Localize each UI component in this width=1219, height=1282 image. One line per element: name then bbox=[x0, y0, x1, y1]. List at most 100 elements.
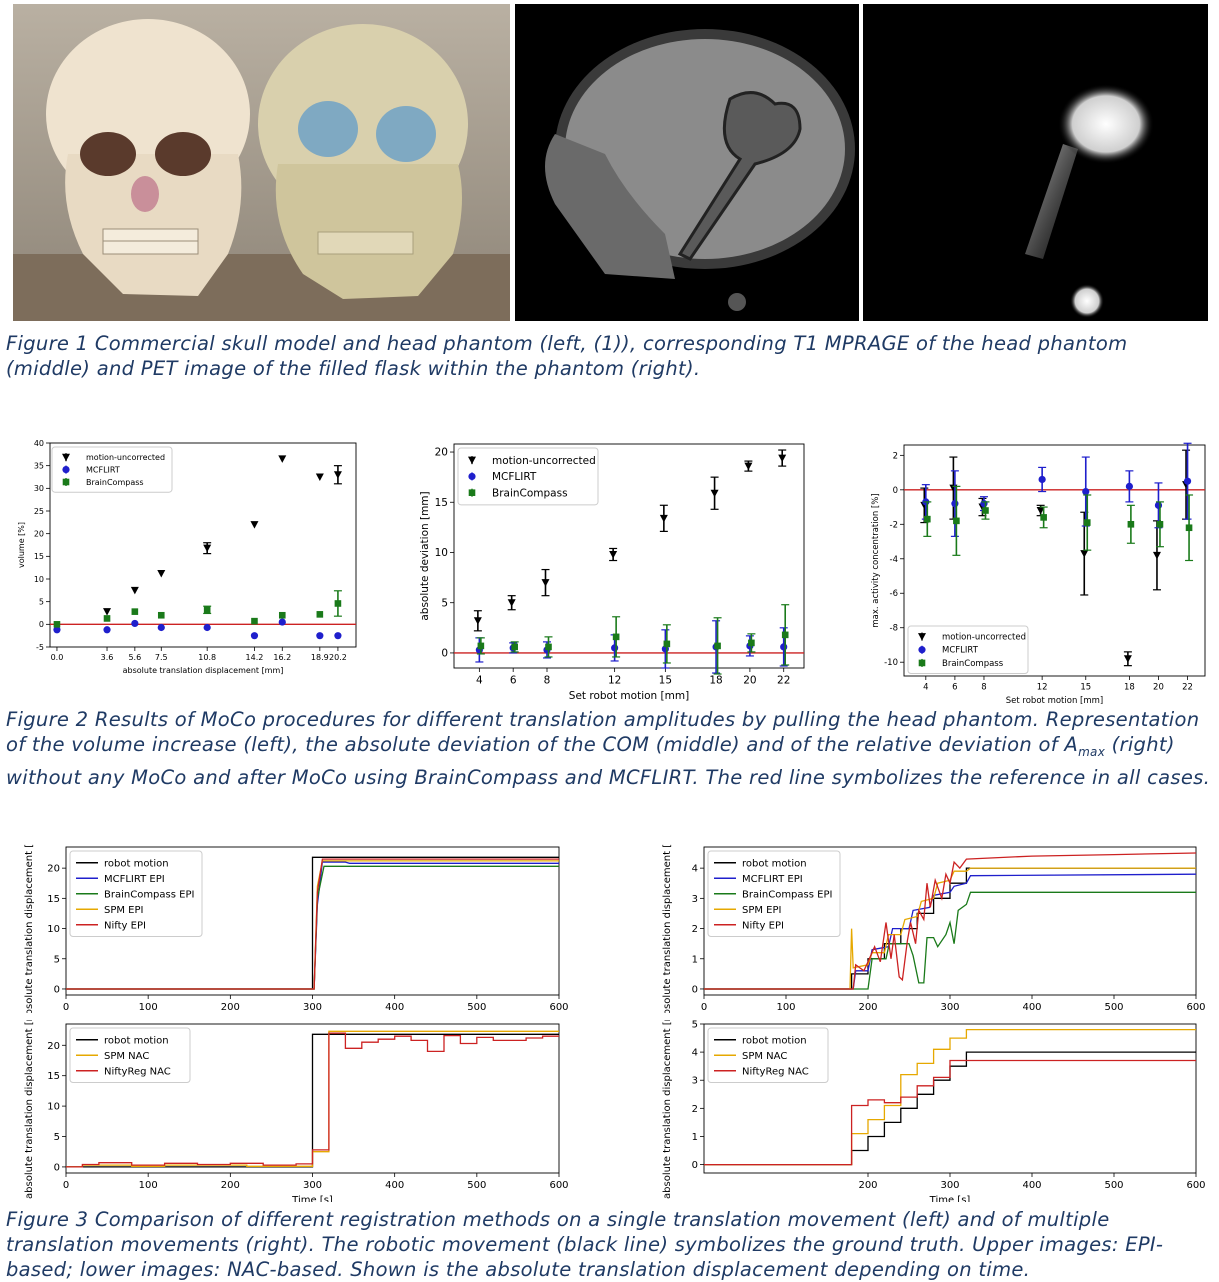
legend-swatch bbox=[62, 478, 70, 486]
y-axis-label: absolute translation displacement [mm] bbox=[662, 1020, 673, 1199]
data-point bbox=[334, 600, 342, 607]
x-axis-label: Time [s] bbox=[291, 1195, 333, 1202]
legend: robot motion SPM NAC NiftyReg NAC bbox=[707, 1027, 829, 1083]
y-tick-label: 5 bbox=[54, 954, 60, 965]
data-point bbox=[1083, 519, 1091, 526]
y-tick-label: -2 bbox=[890, 520, 898, 530]
x-tick-label: 20.2 bbox=[329, 653, 347, 662]
x-tick-label: 100 bbox=[776, 1002, 795, 1013]
data-point bbox=[612, 633, 620, 641]
mri-image bbox=[515, 4, 859, 321]
data-point bbox=[1183, 477, 1192, 485]
legend-label: robot motion bbox=[104, 1035, 169, 1046]
y-axis-label: absolute translation displacement [mm] bbox=[24, 1020, 35, 1199]
y-tick-label: 2 bbox=[692, 1104, 698, 1115]
data-point bbox=[714, 642, 721, 650]
epi-multi-motion-chart: 0 100 200 300 400 500 600 0 1 2 3 4 absolute transla… bbox=[662, 843, 1206, 1013]
data-point bbox=[157, 611, 165, 619]
y-tick-label: 1 bbox=[692, 954, 698, 965]
data-point bbox=[1125, 482, 1133, 490]
activity-concentration-chart: 4 6 8 12 15 18 20 2220-2-4-6-8-10Set robot moti… bbox=[871, 442, 1206, 704]
data-point bbox=[334, 632, 342, 640]
y-tick-label: 10 bbox=[47, 924, 60, 935]
y-tick-label: 5 bbox=[441, 597, 448, 609]
data-point bbox=[1156, 520, 1164, 528]
x-tick-label: 600 bbox=[549, 1180, 568, 1191]
data-point bbox=[1040, 514, 1047, 521]
x-tick-label: 18 bbox=[709, 675, 722, 687]
data-point bbox=[53, 621, 61, 628]
data-point bbox=[951, 500, 959, 508]
data-point bbox=[748, 639, 755, 647]
data-point bbox=[251, 617, 258, 625]
figure3-caption: Figure 3 Comparison of different registr… bbox=[6, 1208, 1164, 1281]
data-point bbox=[477, 642, 485, 650]
data-point bbox=[1127, 520, 1135, 528]
legend-swatch bbox=[468, 472, 476, 481]
x-tick-label: 200 bbox=[221, 1002, 240, 1013]
x-tick-label: 7.5 bbox=[155, 653, 168, 662]
data-point bbox=[982, 507, 989, 514]
data-point bbox=[663, 640, 671, 648]
y-tick-label: 5 bbox=[54, 1132, 60, 1143]
x-tick-label: 14.2 bbox=[246, 653, 264, 662]
x-axis-label: Set robot motion [mm] bbox=[569, 690, 689, 702]
x-tick-label: 0 bbox=[63, 1180, 69, 1191]
x-tick-label: 8 bbox=[981, 683, 986, 693]
legend-label: robot motion bbox=[742, 1035, 807, 1046]
x-tick-label: 15 bbox=[659, 675, 672, 687]
x-tick-label: 10.8 bbox=[198, 653, 216, 662]
x-tick-label: 500 bbox=[1104, 1002, 1123, 1013]
pet-image bbox=[863, 4, 1208, 321]
data-point bbox=[1185, 524, 1193, 532]
data-point bbox=[131, 608, 139, 615]
data-point bbox=[924, 515, 931, 523]
epi-single-motion-chart: 0 100 200 300 400 500 600 0 5 10 15 20 absolute tran… bbox=[24, 843, 569, 1013]
data-point bbox=[203, 623, 211, 632]
data-point bbox=[131, 619, 139, 628]
data-point bbox=[780, 643, 788, 651]
x-tick-label: 16.2 bbox=[273, 653, 291, 662]
y-tick-label: 15 bbox=[34, 552, 44, 561]
x-tick-label: 20 bbox=[743, 675, 756, 687]
figure1-caption: Figure 1 Commercial skull model and head… bbox=[6, 332, 1128, 380]
legend-label: MCFLIRT bbox=[492, 471, 537, 483]
y-tick-label: 0 bbox=[692, 984, 698, 995]
y-tick-label: 0 bbox=[54, 1162, 60, 1173]
nac-multi-motion-chart: 200 300 400 500 600 0 1 2 3 4 5 Time [s] absolute tr… bbox=[662, 1020, 1206, 1202]
data-point bbox=[611, 644, 619, 652]
legend-label: motion-uncorrected bbox=[492, 455, 596, 467]
y-tick-label: 0 bbox=[39, 620, 44, 629]
y-tick-label: 15 bbox=[435, 497, 448, 509]
x-tick-label: 400 bbox=[385, 1002, 404, 1013]
data-point bbox=[203, 606, 211, 614]
legend-swatch bbox=[918, 646, 926, 654]
y-axis-label: volume [%] bbox=[17, 522, 26, 568]
x-tick-label: 300 bbox=[303, 1002, 322, 1013]
y-axis-label: absolute translation displacement [mm] bbox=[24, 843, 35, 1013]
y-tick-label: 40 bbox=[34, 439, 44, 448]
x-tick-label: 12 bbox=[608, 675, 621, 687]
y-tick-label: 20 bbox=[47, 864, 60, 875]
x-tick-label: 400 bbox=[1022, 1002, 1041, 1013]
x-tick-label: 20 bbox=[1153, 683, 1164, 693]
y-tick-label: 3 bbox=[692, 1076, 698, 1087]
y-tick-label: -8 bbox=[890, 624, 898, 634]
x-tick-label: 8 bbox=[544, 675, 551, 687]
skull-photo bbox=[13, 4, 510, 321]
legend-label: Nifty EPI bbox=[742, 920, 784, 931]
y-tick-label: 1 bbox=[692, 1132, 698, 1143]
x-tick-label: 200 bbox=[858, 1002, 877, 1013]
legend: robot motion SPM NAC NiftyReg NAC bbox=[69, 1027, 191, 1083]
x-tick-label: 0 bbox=[63, 1002, 69, 1013]
x-tick-label: 100 bbox=[139, 1002, 158, 1013]
data-point bbox=[1082, 487, 1090, 496]
data-point bbox=[316, 611, 324, 618]
x-tick-label: 0 bbox=[701, 1002, 707, 1013]
x-axis-label: Set robot motion [mm] bbox=[1006, 696, 1103, 704]
y-tick-label: 0 bbox=[54, 984, 60, 995]
x-tick-label: 12 bbox=[1037, 683, 1048, 693]
y-tick-label: 2 bbox=[692, 924, 698, 935]
legend-label: MCFLIRT bbox=[86, 465, 120, 474]
y-tick-label: -6 bbox=[890, 589, 898, 599]
